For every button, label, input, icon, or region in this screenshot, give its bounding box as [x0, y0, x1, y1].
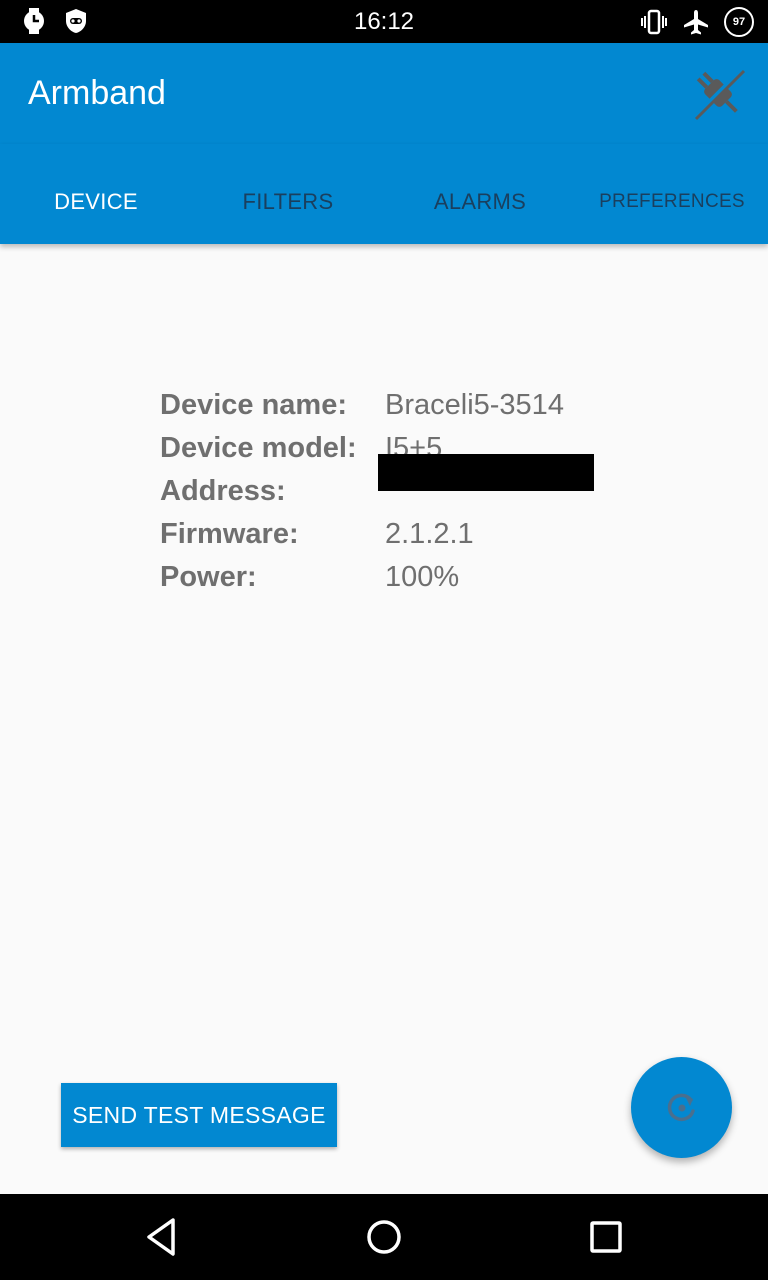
device-model-label: Device model:: [160, 432, 357, 464]
device-name-label: Device name:: [160, 389, 347, 421]
firmware-value: 2.1.2.1: [385, 518, 474, 550]
status-right-icons: 97: [640, 7, 754, 37]
battery-icon: 97: [724, 7, 754, 37]
back-icon[interactable]: [139, 1214, 185, 1260]
power-value: 100%: [385, 561, 460, 593]
screen: 16:12 97 Armband DEVICE FILTERS ALARMS P…: [0, 0, 768, 1280]
refresh-icon: [667, 1093, 695, 1121]
send-test-message-button[interactable]: SEND TEST MESSAGE: [61, 1083, 337, 1147]
address-redacted-value: [378, 454, 594, 491]
app-title: Armband: [28, 74, 166, 112]
status-bar: 16:12 97: [0, 0, 768, 43]
tab-bar: DEVICE FILTERS ALARMS PREFERENCES: [0, 144, 768, 244]
tab-preferences[interactable]: PREFERENCES: [576, 144, 768, 244]
tab-alarms[interactable]: ALARMS: [384, 144, 576, 244]
app-bar: Armband: [0, 43, 768, 144]
device-name-value: Braceli5-3514: [385, 389, 564, 421]
firmware-label: Firmware:: [160, 518, 299, 550]
tab-device[interactable]: DEVICE: [0, 144, 192, 244]
nav-bar: [0, 1194, 768, 1280]
plug-disconnected-icon[interactable]: [688, 63, 748, 123]
airplane-icon: [684, 10, 708, 35]
power-label: Power:: [160, 561, 257, 593]
recents-icon[interactable]: [583, 1214, 629, 1260]
vibrate-icon: [641, 9, 667, 35]
refresh-fab[interactable]: [631, 1057, 732, 1158]
address-label: Address:: [160, 475, 286, 507]
tab-filters[interactable]: FILTERS: [192, 144, 384, 244]
home-icon[interactable]: [361, 1214, 407, 1260]
